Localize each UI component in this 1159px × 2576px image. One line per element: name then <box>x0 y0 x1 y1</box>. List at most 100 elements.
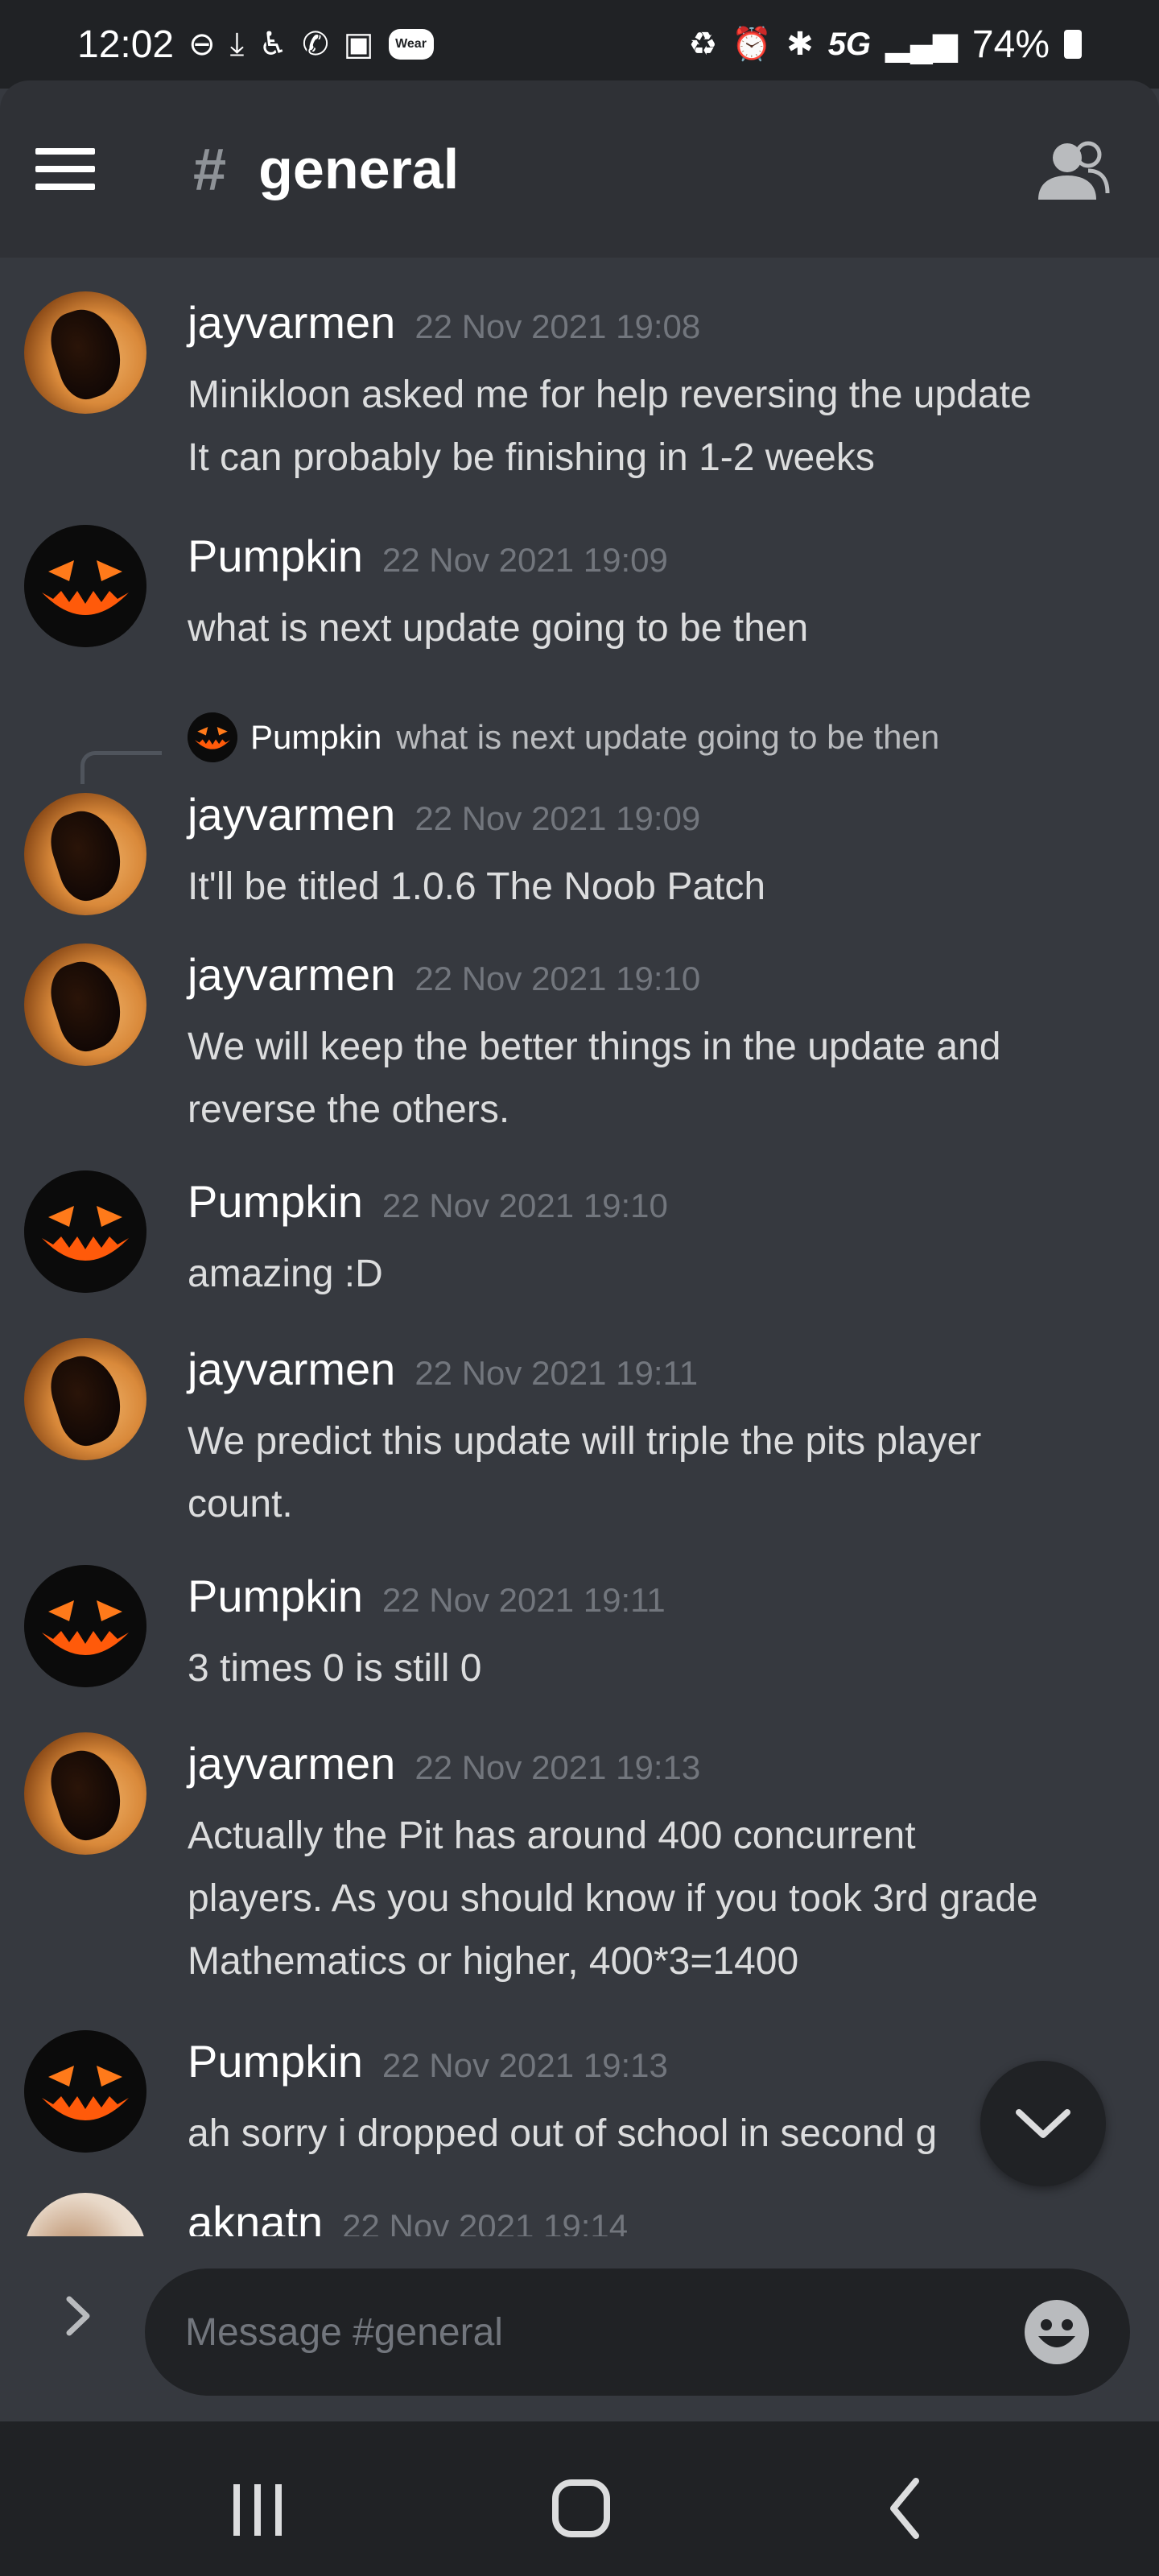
username[interactable]: jayvarmen <box>188 1738 395 1789</box>
message-line: count. <box>188 1483 293 1525</box>
system-nav-bar <box>0 2421 1159 2576</box>
jump-to-present-button[interactable] <box>980 2061 1106 2186</box>
username[interactable]: Pumpkin <box>188 1571 363 1621</box>
timestamp: 22 Nov 2021 19:11 <box>382 1581 666 1619</box>
dnd-icon: ⊖ <box>188 27 216 62</box>
message-line: It'll be titled 1.0.6 The Noob Patch <box>188 865 766 908</box>
hamburger-line <box>35 184 95 190</box>
avatar[interactable] <box>24 2030 146 2153</box>
battery-saver-icon: ♻ <box>688 27 718 62</box>
message-line: It can probably be finishing in 1-2 week… <box>188 436 875 479</box>
download-icon: ⤓ <box>229 27 245 62</box>
pumpkin-face-icon <box>24 1565 146 1687</box>
message-line: amazing :D <box>188 1253 383 1295</box>
hamburger-line <box>35 166 95 172</box>
reply-connector <box>80 751 162 784</box>
message-header: Pumpkin 22 Nov 2021 19:10 <box>188 1175 668 1228</box>
username[interactable]: Pumpkin <box>188 530 363 581</box>
message-line: Actually the Pit has around 400 concurre… <box>188 1814 916 1857</box>
expand-actions-button[interactable] <box>50 2288 106 2344</box>
gallery-icon: ▣ <box>343 27 374 62</box>
bluetooth-icon: ✱ <box>786 27 814 62</box>
back-button[interactable] <box>858 2462 955 2550</box>
message-content[interactable]: what is next update going to be then <box>188 597 1127 660</box>
back-icon <box>890 2478 919 2539</box>
avatar[interactable] <box>24 1732 146 1855</box>
network-type: 5G <box>827 26 872 62</box>
message-line: We predict this update will triple the p… <box>188 1420 982 1463</box>
wear-icon: Wear <box>388 29 434 60</box>
username[interactable]: jayvarmen <box>188 1344 395 1394</box>
message-input[interactable] <box>145 2268 1130 2396</box>
message-line: players. As you should know if you took … <box>188 1877 1038 1920</box>
message-line: Mathematics or higher, 400*3=1400 <box>188 1940 799 1983</box>
call-icon: ✆ <box>302 27 329 62</box>
message-line: reverse the others. <box>188 1088 510 1131</box>
username[interactable]: jayvarmen <box>188 297 395 348</box>
recent-apps-icon <box>233 2484 282 2536</box>
timestamp: 22 Nov 2021 19:14 <box>342 2207 629 2236</box>
username[interactable]: jayvarmen <box>188 949 395 1000</box>
message-composer <box>0 2238 1159 2421</box>
avatar[interactable] <box>24 943 146 1066</box>
message-header: Pumpkin 22 Nov 2021 19:11 <box>188 1570 666 1622</box>
message-header: jayvarmen 22 Nov 2021 19:09 <box>188 788 700 840</box>
battery-percent: 74% <box>971 23 1050 66</box>
chevron-right-icon <box>66 2296 90 2336</box>
avatar[interactable] <box>24 1565 146 1687</box>
avatar[interactable] <box>24 1170 146 1293</box>
message-content[interactable]: amazing :D <box>188 1243 1127 1306</box>
username[interactable]: jayvarmen <box>188 789 395 840</box>
message-content[interactable]: We predict this update will triple the p… <box>188 1410 1127 1536</box>
emoji-icon <box>1025 2300 1089 2364</box>
message-content[interactable]: We will keep the better things in the up… <box>188 1016 1127 1141</box>
accessibility-icon: ♿ <box>258 27 288 62</box>
avatar[interactable] <box>24 793 146 915</box>
timestamp: 22 Nov 2021 19:09 <box>382 541 668 579</box>
username[interactable]: Pumpkin <box>188 2036 363 2087</box>
message-line: Minikloon asked me for help reversing th… <box>188 374 1032 416</box>
home-icon <box>552 2479 610 2537</box>
status-right: ♻ ⏰ ✱ 5G ▂▄▆ 74% <box>688 23 1082 67</box>
emoji-button[interactable] <box>1021 2296 1093 2368</box>
members-button[interactable] <box>1032 130 1112 211</box>
home-button[interactable] <box>533 2462 629 2550</box>
pumpkin-face-icon <box>24 1170 146 1293</box>
message-line: 3 times 0 is still 0 <box>188 1647 482 1690</box>
recent-apps-button[interactable] <box>209 2462 306 2550</box>
avatar[interactable] <box>24 1338 146 1460</box>
message-header: jayvarmen 22 Nov 2021 19:11 <box>188 1343 698 1395</box>
message-header: Pumpkin 22 Nov 2021 19:09 <box>188 530 668 582</box>
status-left: 12:02 ⊖ ⤓ ♿ ✆ ▣ Wear <box>77 23 434 67</box>
avatar[interactable] <box>24 291 146 414</box>
reply-reference[interactable]: Pumpkin what is next update going to be … <box>188 712 939 762</box>
reply-avatar <box>188 712 237 762</box>
timestamp: 22 Nov 2021 19:09 <box>415 799 701 837</box>
avatar[interactable] <box>24 2193 146 2236</box>
menu-button[interactable] <box>35 121 132 217</box>
message-header: aknatn 22 Nov 2021 19:14 <box>188 2196 628 2236</box>
username[interactable]: Pumpkin <box>188 1176 363 1227</box>
message-header: jayvarmen 22 Nov 2021 19:10 <box>188 948 700 1001</box>
message-list[interactable]: jayvarmen 22 Nov 2021 19:08 Minikloon ask… <box>0 258 1159 2236</box>
reply-text: what is next update going to be then <box>396 718 940 756</box>
message-content[interactable]: 3 times 0 is still 0 <box>188 1637 1127 1700</box>
channel-header: # general <box>0 80 1159 258</box>
message-header: Pumpkin 22 Nov 2021 19:13 <box>188 2035 668 2087</box>
message-content[interactable]: Actually the Pit has around 400 concurre… <box>188 1805 1127 1993</box>
username[interactable]: aknatn <box>188 2197 323 2236</box>
reply-author: Pumpkin <box>250 718 382 756</box>
signal-icon: ▂▄▆ <box>885 27 958 62</box>
avatar[interactable] <box>24 525 146 647</box>
channel-title: general <box>258 138 460 200</box>
members-icon <box>1038 141 1110 200</box>
timestamp: 22 Nov 2021 19:13 <box>415 1748 701 1786</box>
message-content[interactable]: It'll be titled 1.0.6 The Noob Patch <box>188 856 1127 919</box>
timestamp: 22 Nov 2021 19:10 <box>415 960 701 997</box>
pumpkin-face-icon <box>24 525 146 647</box>
clock: 12:02 <box>77 23 175 66</box>
timestamp: 22 Nov 2021 19:10 <box>382 1187 668 1224</box>
alarm-icon: ⏰ <box>732 27 773 62</box>
message-content[interactable]: Minikloon asked me for help reversing th… <box>188 364 1127 489</box>
timestamp: 22 Nov 2021 19:11 <box>415 1354 699 1392</box>
